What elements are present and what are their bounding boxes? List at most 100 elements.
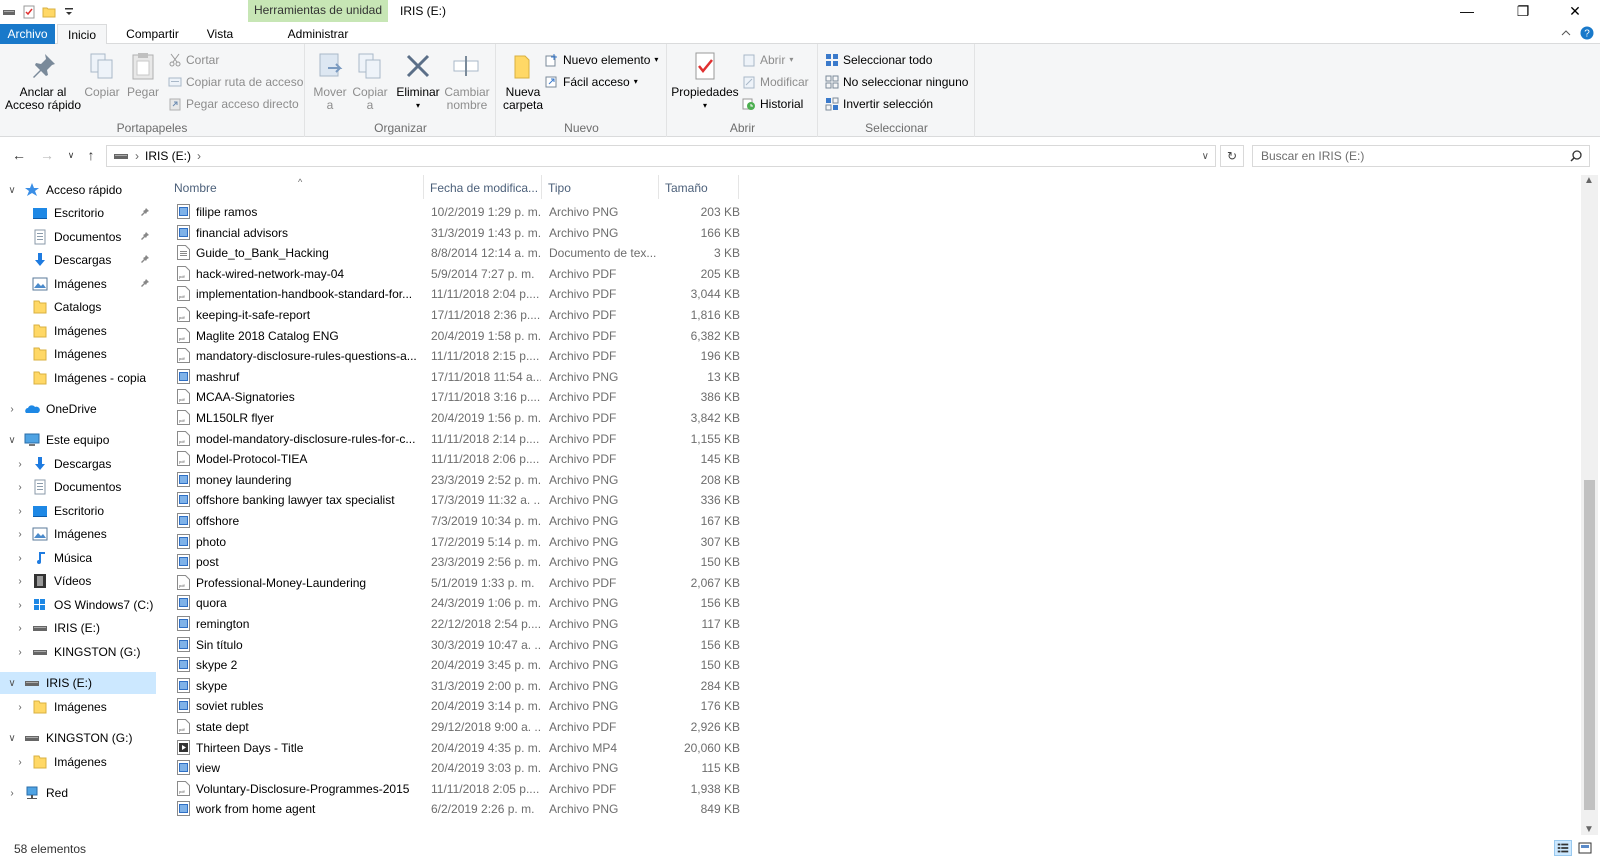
properties-dropdown-icon[interactable]: ▾ xyxy=(670,99,740,112)
nav-item[interactable]: Imágenes - copia xyxy=(0,367,156,389)
expand-chevron-icon[interactable]: › xyxy=(14,702,26,713)
expand-chevron-icon[interactable]: › xyxy=(14,576,26,587)
file-row[interactable]: offshore banking lawyer tax specialist 17… xyxy=(170,490,750,510)
tab-archivo[interactable]: Archivo xyxy=(0,24,55,44)
file-row[interactable]: Sin título 30/3/2019 10:47 a. ... Archivo … xyxy=(170,635,750,655)
expand-chevron-icon[interactable]: › xyxy=(14,757,26,768)
file-row[interactable]: filipe ramos 10/2/2019 1:29 p. m. Archivo … xyxy=(170,202,750,222)
nav-item[interactable]: ∨ IRIS (E:) xyxy=(0,672,156,694)
expand-chevron-icon[interactable]: › xyxy=(6,788,18,799)
help-icon[interactable]: ? xyxy=(1580,26,1594,40)
forward-arrow-icon[interactable]: → xyxy=(38,147,56,163)
tab-inicio[interactable]: Inicio xyxy=(57,24,107,45)
search-icon[interactable] xyxy=(1569,149,1583,163)
tab-compartir[interactable]: Compartir xyxy=(115,24,190,44)
file-row[interactable]: pdf MCAA-Signatories 17/11/2018 3:16 p....… xyxy=(170,387,750,407)
file-row[interactable]: view 20/4/2019 3:03 p. m. Archivo PNG 115 K… xyxy=(170,758,750,778)
address-dropdown-icon[interactable]: ∨ xyxy=(1202,151,1209,162)
scroll-down-icon[interactable]: ▼ xyxy=(1584,824,1594,835)
collapse-ribbon-icon[interactable] xyxy=(1560,27,1572,39)
file-row[interactable]: offshore 7/3/2019 10:34 p. m. Archivo PNG 1… xyxy=(170,511,750,531)
nav-item[interactable]: › OneDrive xyxy=(0,398,156,420)
expand-chevron-icon[interactable]: › xyxy=(14,623,26,634)
expand-chevron-icon[interactable]: › xyxy=(14,553,26,564)
open-button[interactable]: Abrir ▾ xyxy=(742,50,793,70)
file-row[interactable]: mashruf 17/11/2018 11:54 a... Archivo PNG 1… xyxy=(170,367,750,387)
nav-item[interactable]: › KINGSTON (G:) xyxy=(0,641,156,663)
properties-button[interactable]: Propiedades ▾ xyxy=(670,50,740,112)
file-row[interactable]: financial advisors 31/3/2019 1:43 p. m. Ar… xyxy=(170,223,750,243)
copy-to-button[interactable]: Copiar a xyxy=(350,50,390,112)
breadcrumb-chevron-icon[interactable]: › xyxy=(197,149,201,163)
drive-icon[interactable] xyxy=(2,5,16,19)
file-row[interactable]: pdf state dept 29/12/2018 9:00 a. ... Archi… xyxy=(170,717,750,737)
file-row[interactable]: post 23/3/2019 2:56 p. m. Archivo PNG 150 K… xyxy=(170,552,750,572)
restore-button[interactable]: ❐ xyxy=(1500,0,1546,24)
nav-item[interactable]: › IRIS (E:) xyxy=(0,617,156,639)
expand-chevron-icon[interactable]: ∨ xyxy=(6,435,18,446)
delete-button[interactable]: Eliminar ▾ xyxy=(394,50,442,112)
nav-item[interactable]: › Red xyxy=(0,782,156,804)
nav-item[interactable]: ∨ KINGSTON (G:) xyxy=(0,727,156,749)
paste-shortcut-button[interactable]: Pegar acceso directo xyxy=(168,94,299,114)
file-row[interactable]: quora 24/3/2019 1:06 p. m. Archivo PNG 156 … xyxy=(170,593,750,613)
file-row[interactable]: pdf mandatory-disclosure-rules-questions-… xyxy=(170,346,750,366)
properties-icon[interactable] xyxy=(22,5,36,19)
file-row[interactable]: skype 31/3/2019 2:00 p. m. Archivo PNG 284 … xyxy=(170,676,750,696)
recent-locations-chevron-icon[interactable]: ∨ xyxy=(62,150,80,161)
details-view-icon[interactable] xyxy=(1554,840,1572,856)
delete-dropdown-icon[interactable]: ▾ xyxy=(394,99,442,112)
nav-item[interactable]: Catalogs xyxy=(0,296,156,318)
file-row[interactable]: pdf implementation-handbook-standard-for.… xyxy=(170,284,750,304)
nav-item[interactable]: ∨ Acceso rápido xyxy=(0,179,156,201)
nav-item[interactable]: › Documentos xyxy=(0,476,156,498)
nav-item[interactable]: Documentos xyxy=(0,226,156,248)
column-header-size[interactable]: Tamaño xyxy=(659,175,739,199)
file-row[interactable]: money laundering 23/3/2019 2:52 p. m. Arch… xyxy=(170,470,750,490)
cut-button[interactable]: Cortar xyxy=(168,50,219,70)
file-row[interactable]: remington 22/12/2018 2:54 p.... Archivo PN… xyxy=(170,614,750,634)
search-input[interactable]: Buscar en IRIS (E:) xyxy=(1252,145,1590,167)
expand-chevron-icon[interactable]: › xyxy=(14,600,26,611)
pin-quick-access-button[interactable]: Anclar al Acceso rápido xyxy=(4,50,82,112)
close-button[interactable]: ✕ xyxy=(1552,0,1598,24)
nav-item[interactable]: › Escritorio xyxy=(0,500,156,522)
nav-item[interactable]: Imágenes xyxy=(0,320,156,342)
tab-vista[interactable]: Vista xyxy=(195,24,245,44)
nav-item[interactable]: Escritorio xyxy=(0,202,156,224)
tab-administrar[interactable]: Administrar xyxy=(248,24,388,44)
column-header-date[interactable]: Fecha de modifica... xyxy=(424,175,542,199)
file-row[interactable]: pdf Voluntary-Disclosure-Programmes-2015 1… xyxy=(170,779,750,799)
refresh-icon[interactable]: ↻ xyxy=(1220,145,1244,167)
expand-chevron-icon[interactable]: › xyxy=(14,482,26,493)
nav-item[interactable]: Imágenes xyxy=(0,343,156,365)
paste-button[interactable]: Pegar xyxy=(122,50,164,99)
expand-chevron-icon[interactable]: › xyxy=(14,529,26,540)
nav-item[interactable]: Descargas xyxy=(0,249,156,271)
nav-item[interactable]: › Imágenes xyxy=(0,523,156,545)
scroll-up-icon[interactable]: ▲ xyxy=(1584,175,1594,186)
back-arrow-icon[interactable]: ← xyxy=(10,147,28,163)
file-row[interactable]: work from home agent 6/2/2019 2:26 p. m. A… xyxy=(170,799,750,819)
nav-item[interactable]: › Imágenes xyxy=(0,696,156,718)
minimize-button[interactable]: — xyxy=(1444,0,1490,24)
up-arrow-icon[interactable]: ↑ xyxy=(82,147,100,163)
file-row[interactable]: pdf model-mandatory-disclosure-rules-for-… xyxy=(170,429,750,449)
nav-item[interactable]: › Descargas xyxy=(0,453,156,475)
file-row[interactable]: pdf Model-Protocol-TIEA 11/11/2018 2:06 p.… xyxy=(170,449,750,469)
expand-chevron-icon[interactable]: › xyxy=(14,459,26,470)
column-header-type[interactable]: Tipo xyxy=(542,175,659,199)
copy-path-button[interactable]: Copiar ruta de acceso xyxy=(168,72,303,92)
column-header-name[interactable]: Nombre ^ xyxy=(168,175,424,199)
expand-chevron-icon[interactable]: ∨ xyxy=(6,678,18,689)
edit-button[interactable]: Modificar xyxy=(742,72,809,92)
expand-chevron-icon[interactable]: ∨ xyxy=(6,733,18,744)
breadcrumb-drive[interactable]: IRIS (E:) xyxy=(145,149,191,163)
nav-item[interactable]: › Música xyxy=(0,547,156,569)
file-row[interactable]: pdf Maglite 2018 Catalog ENG 20/4/2019 1:5… xyxy=(170,326,750,346)
nav-item[interactable]: › Vídeos xyxy=(0,570,156,592)
new-item-button[interactable]: Nuevo elemento ▾ xyxy=(545,50,658,70)
large-icons-view-icon[interactable] xyxy=(1576,840,1594,856)
move-to-button[interactable]: Mover a xyxy=(310,50,350,112)
new-folder-button[interactable]: Nueva carpeta xyxy=(501,50,545,112)
